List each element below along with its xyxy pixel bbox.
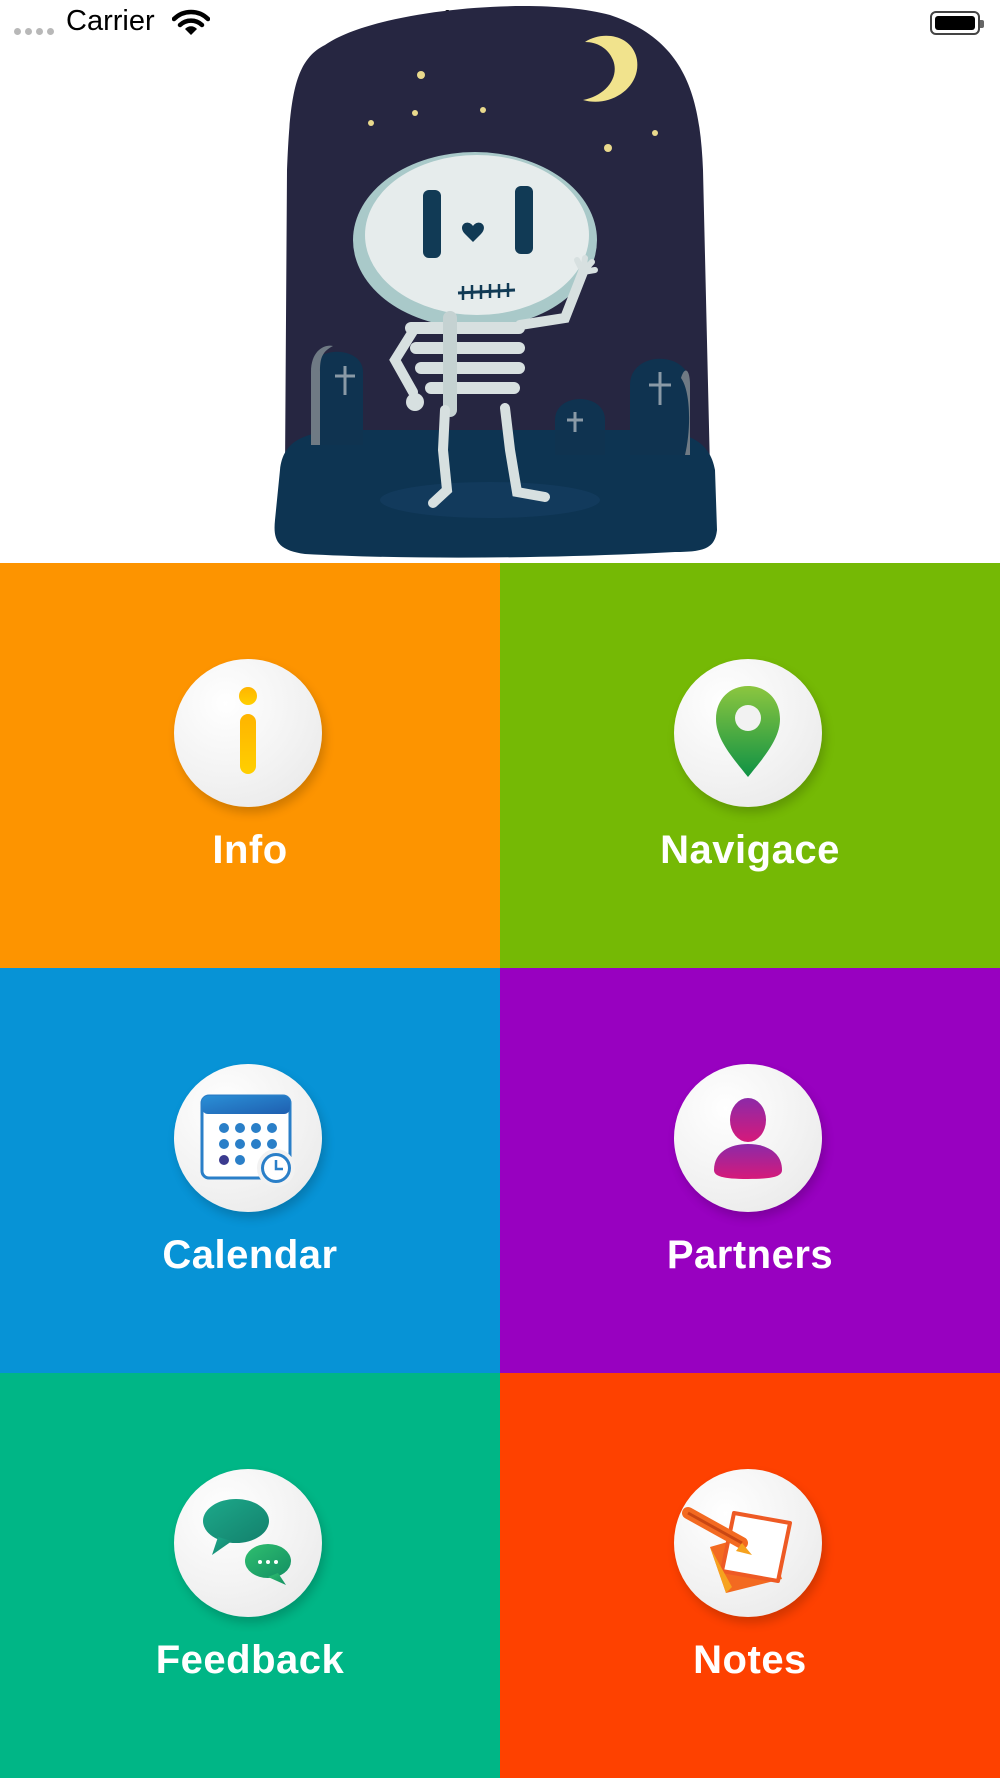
navigace-label: Navigace	[660, 828, 840, 872]
navigace-icon-circle	[674, 659, 822, 807]
partners-icon-circle	[674, 1064, 822, 1212]
feedback-label: Feedback	[155, 1638, 345, 1682]
skeleton-graveyard-illustration	[274, 6, 717, 558]
info-icon	[239, 687, 257, 774]
partners-tile[interactable]: Partners	[500, 968, 1000, 1373]
notes-tile[interactable]: Notes	[500, 1373, 1000, 1778]
notes-icon	[682, 1507, 792, 1593]
calendar-icon	[200, 1094, 295, 1187]
info-icon-circle	[174, 659, 322, 807]
notes-label: Notes	[693, 1638, 807, 1682]
partners-label: Partners	[666, 1233, 834, 1277]
chat-bubbles-icon	[203, 1499, 291, 1585]
battery-icon	[930, 11, 984, 35]
calendar-tile[interactable]: Calendar	[0, 968, 500, 1373]
map-pin-icon	[716, 686, 780, 777]
feedback-tile[interactable]: Feedback	[0, 1373, 500, 1778]
feedback-icon-circle	[174, 1469, 322, 1617]
navigace-tile[interactable]: Navigace	[500, 563, 1000, 968]
person-icon	[714, 1098, 782, 1179]
menu-grid: Info Navigace Calendar Partners Feedback…	[0, 563, 1000, 1778]
calendar-icon-circle	[174, 1064, 322, 1212]
info-tile[interactable]: Info	[0, 563, 500, 968]
calendar-label: Calendar	[162, 1233, 338, 1277]
notes-icon-circle	[674, 1469, 822, 1617]
info-label: Info	[212, 828, 288, 872]
